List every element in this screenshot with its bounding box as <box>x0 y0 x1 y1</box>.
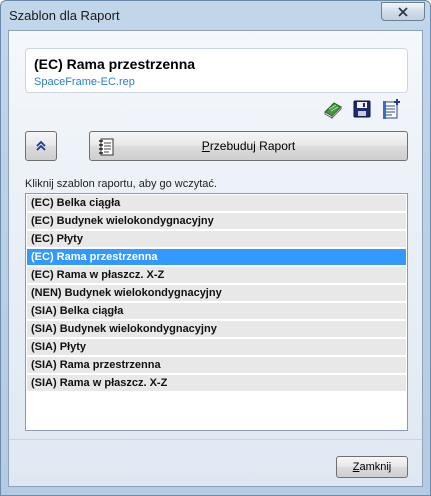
template-list-item[interactable]: (SIA) Rama przestrzenna <box>27 357 406 374</box>
current-template-title: (EC) Rama przestrzenna <box>34 56 196 72</box>
window-close-button[interactable] <box>381 2 425 21</box>
double-chevron-up-icon <box>36 140 46 151</box>
book-button[interactable] <box>321 98 345 120</box>
template-list-item[interactable]: (EC) Budynek wielokondygnacyjny <box>27 213 406 230</box>
template-list-item[interactable]: (SIA) Budynek wielokondygnacyjny <box>27 321 406 338</box>
notebook-icon <box>99 138 114 156</box>
template-list-item[interactable]: (SIA) Belka ciągła <box>27 303 406 320</box>
add-notes-button[interactable] <box>379 98 403 120</box>
title-bar[interactable]: Szablon dla Raport <box>1 1 430 31</box>
template-list-item[interactable]: (EC) Płyty <box>27 231 406 248</box>
dialog-content: (EC) Rama przestrzenna SpaceFrame-EC.rep <box>8 30 423 487</box>
template-list-item[interactable]: (SIA) Płyty <box>27 339 406 356</box>
save-button[interactable] <box>350 98 374 120</box>
template-list[interactable]: (EC) Belka ciągła (EC) Budynek wielokondy… <box>25 193 408 431</box>
template-list-item[interactable]: (EC) Rama w płaszcz. X-Z <box>27 267 406 284</box>
current-template-panel: (EC) Rama przestrzenna SpaceFrame-EC.rep <box>25 48 408 93</box>
footer-divider <box>9 439 422 440</box>
book-icon <box>324 102 342 119</box>
report-template-dialog: Szablon dla Raport (EC) Rama przestrzenn… <box>0 0 431 496</box>
template-list-item[interactable]: (EC) Rama przestrzenna <box>27 249 406 266</box>
template-list-item[interactable]: (EC) Belka ciągła <box>27 195 406 212</box>
template-toolbar <box>321 98 403 122</box>
rebuild-report-label: Przebuduj Raport <box>201 139 296 153</box>
current-template-file: SpaceFrame-EC.rep <box>34 76 135 88</box>
close-button-label: Zamknij <box>352 461 392 473</box>
save-icon <box>353 100 371 118</box>
window-title: Szablon dla Raport <box>9 8 120 23</box>
rebuild-report-button[interactable]: Przebuduj Raport <box>89 131 408 161</box>
instruction-text: Kliknij szablon raportu, aby go wczytać. <box>25 178 217 190</box>
template-list-item[interactable]: (NEN) Budynek wielokondygnacyjny <box>27 285 406 302</box>
close-icon <box>398 6 408 17</box>
add-notes-icon <box>383 99 400 119</box>
close-button[interactable]: Zamknij <box>336 456 408 478</box>
collapse-button[interactable] <box>25 131 57 161</box>
template-list-item[interactable]: (SIA) Rama w płaszcz. X-Z <box>27 375 406 392</box>
